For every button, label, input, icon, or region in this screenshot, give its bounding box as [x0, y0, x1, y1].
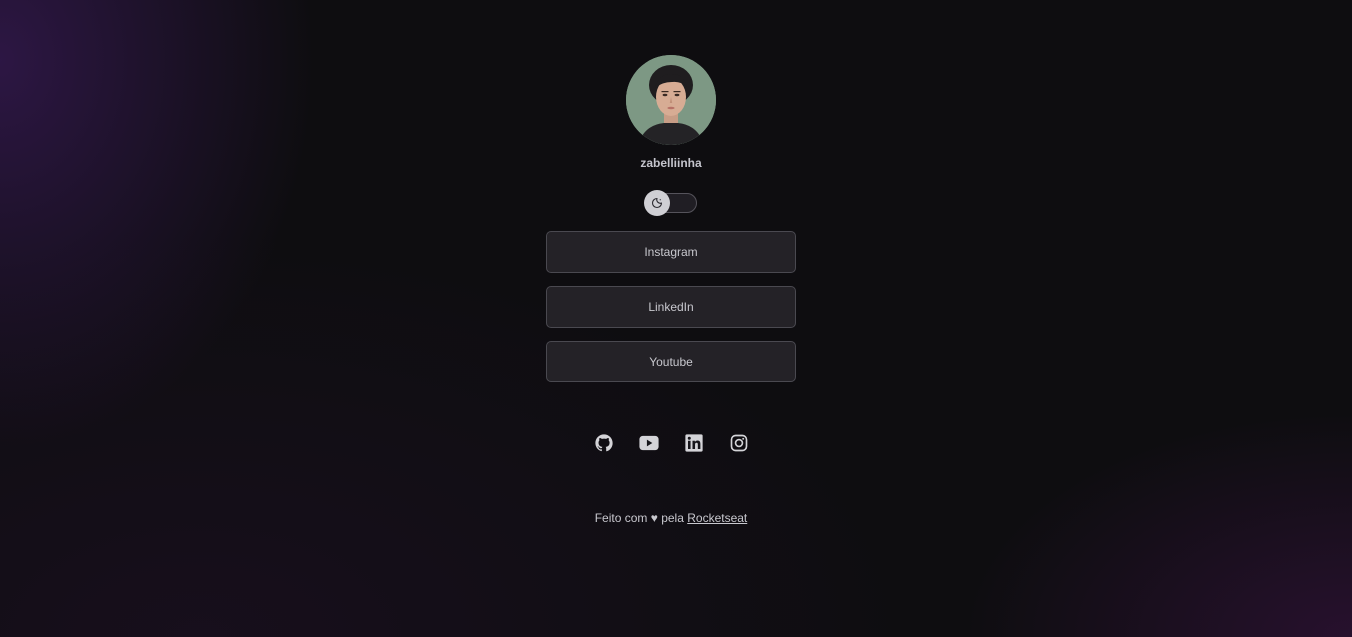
- linkedin-link-button[interactable]: LinkedIn: [546, 286, 796, 328]
- instagram-link[interactable]: [729, 433, 749, 453]
- avatar-portrait: [626, 55, 716, 145]
- youtube-link[interactable]: [638, 433, 659, 453]
- linkedin-icon: [684, 434, 703, 452]
- avatar: [626, 55, 716, 145]
- username: zabelliinha: [640, 156, 702, 170]
- instagram-link-button[interactable]: Instagram: [546, 231, 796, 273]
- rocketseat-link[interactable]: Rocketseat: [687, 511, 747, 525]
- links-list: Instagram LinkedIn Youtube: [546, 231, 796, 382]
- profile-container: zabelliinha Instagram LinkedIn Youtube F…: [546, 55, 796, 526]
- instagram-icon: [730, 434, 747, 452]
- youtube-link-button[interactable]: Youtube: [546, 341, 796, 382]
- social-links: [594, 433, 749, 453]
- footer-text: Feito com ♥ pela: [594, 511, 684, 525]
- github-icon: [594, 434, 613, 452]
- list-item: Instagram: [546, 231, 796, 273]
- github-link[interactable]: [594, 433, 614, 453]
- list-item: LinkedIn: [546, 286, 796, 328]
- youtube-icon: [638, 435, 659, 451]
- theme-toggle[interactable]: [644, 190, 697, 216]
- moon-sun-icon: [651, 197, 663, 209]
- footer: Feito com ♥ pela Rocketseat: [595, 510, 748, 526]
- linkedin-link[interactable]: [684, 433, 704, 453]
- theme-toggle-knob[interactable]: [644, 190, 670, 216]
- list-item: Youtube: [546, 341, 796, 382]
